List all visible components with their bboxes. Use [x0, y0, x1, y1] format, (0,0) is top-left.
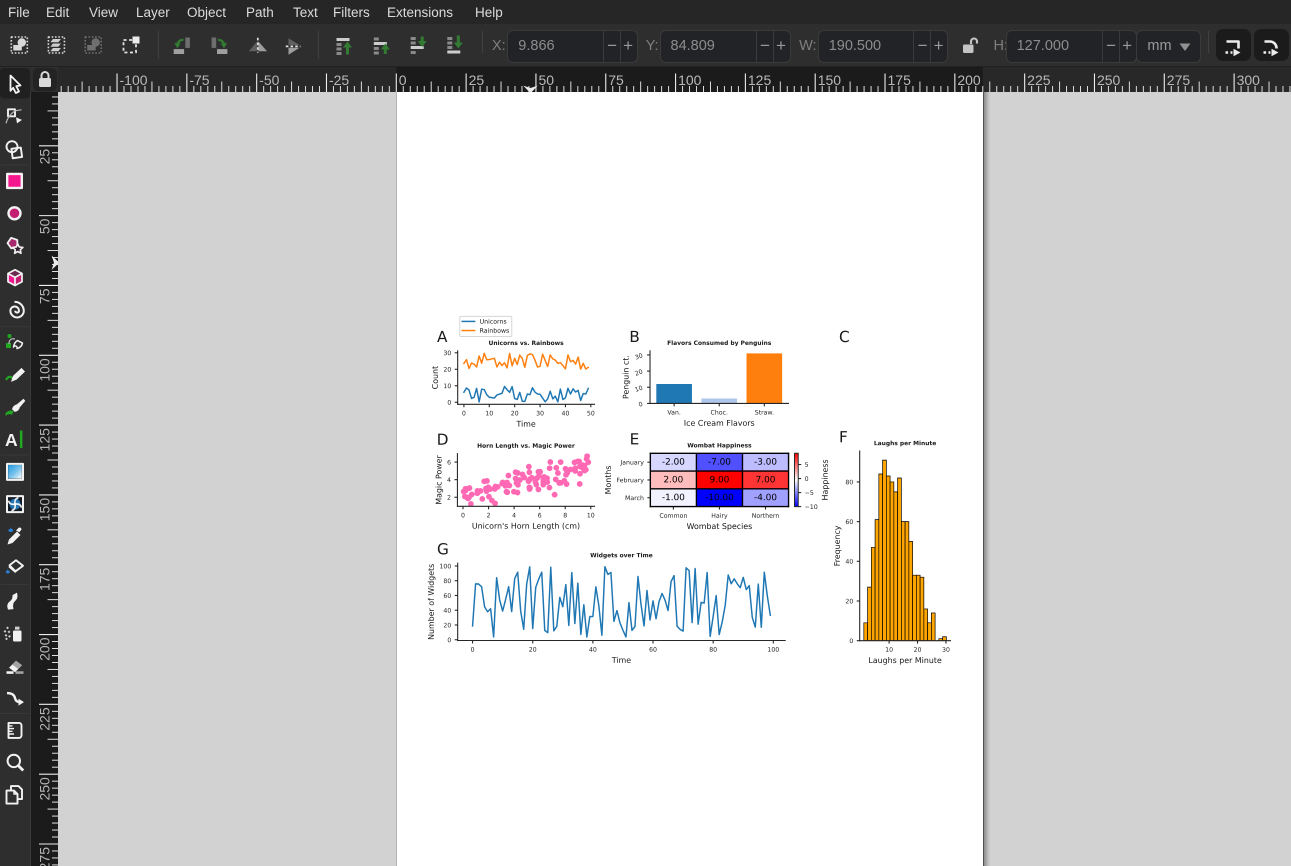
svg-text:-75: -75: [189, 72, 209, 88]
svg-text:100: 100: [37, 358, 53, 382]
svg-text:-100: -100: [120, 72, 148, 88]
svg-text:25: 25: [37, 149, 53, 165]
svg-text:250: 250: [1097, 72, 1121, 88]
svg-text:100: 100: [678, 72, 702, 88]
svg-text:275: 275: [1167, 72, 1191, 88]
svg-text:175: 175: [37, 567, 53, 591]
svg-text:0: 0: [399, 72, 407, 88]
svg-text:-50: -50: [259, 72, 279, 88]
svg-text:225: 225: [37, 707, 53, 731]
svg-text:200: 200: [37, 637, 53, 661]
svg-text:150: 150: [818, 72, 842, 88]
svg-text:125: 125: [37, 428, 53, 452]
svg-text:25: 25: [469, 72, 485, 88]
svg-text:A: A: [5, 430, 18, 450]
svg-text:225: 225: [1027, 72, 1051, 88]
svg-text:-25: -25: [329, 72, 349, 88]
svg-text:275: 275: [37, 847, 53, 866]
svg-text:75: 75: [608, 72, 624, 88]
svg-text:200: 200: [957, 72, 981, 88]
svg-text:75: 75: [37, 288, 53, 304]
svg-text:175: 175: [888, 72, 912, 88]
svg-text:125: 125: [748, 72, 772, 88]
svg-text:300: 300: [1237, 72, 1261, 88]
svg-text:50: 50: [538, 72, 554, 88]
svg-text:50: 50: [37, 218, 53, 234]
svg-text:250: 250: [37, 777, 53, 801]
svg-text:150: 150: [37, 498, 53, 522]
